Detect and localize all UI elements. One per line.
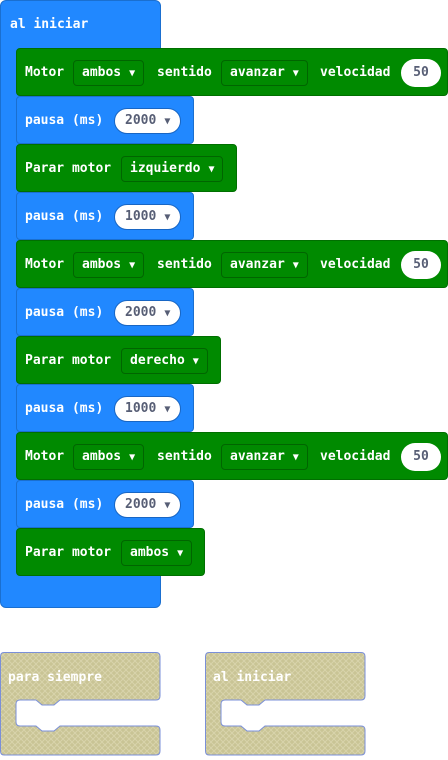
direction-select-value: avanzar [230,449,285,464]
ghost-on-start-label: al iniciar [213,670,292,685]
ghost-forever-shape [0,652,161,756]
caret-down-icon: ▼ [164,500,171,511]
speed-label: velocidad [320,257,391,272]
ghost-forever-block[interactable]: para siempre [0,652,161,756]
caret-down-icon: ▼ [129,68,136,79]
stop-motor-value: ambos [130,545,170,560]
motor-label: Motor [25,449,65,464]
direction-select[interactable]: avanzar ▼ [221,60,308,86]
pause-label: pausa (ms) [25,497,104,512]
motor-block[interactable]: Motor ambos ▼ sentido avanzar ▼ velocidad … [16,48,448,96]
stop-motor-select[interactable]: izquierdo ▼ [121,156,224,182]
motor-select[interactable]: ambos ▼ [73,60,145,86]
pause-block[interactable]: pausa (ms) 1000 ▼ [16,192,194,240]
motor-select[interactable]: ambos ▼ [73,252,145,278]
pause-input[interactable]: 2000 ▼ [114,300,182,326]
direction-select[interactable]: avanzar ▼ [221,444,308,470]
caret-down-icon: ▼ [292,68,299,79]
motor-block[interactable]: Motor ambos ▼ sentido avanzar ▼ velocidad … [16,240,448,288]
pause-value: 2000 [125,497,157,512]
pause-value: 2000 [125,305,157,320]
motor-select[interactable]: ambos ▼ [73,444,145,470]
stop-motor-block[interactable]: Parar motor ambos ▼ [16,528,205,576]
caret-down-icon: ▼ [129,452,136,463]
caret-down-icon: ▼ [177,548,184,559]
pause-input[interactable]: 2000 ▼ [114,108,182,134]
pause-block[interactable]: pausa (ms) 2000 ▼ [16,480,194,528]
pause-input[interactable]: 1000 ▼ [114,396,182,422]
direction-select-value: avanzar [230,257,285,272]
motor-label: Motor [25,65,65,80]
motor-select-value: ambos [82,449,122,464]
speed-label: velocidad [320,65,391,80]
stop-motor-block[interactable]: Parar motor izquierdo ▼ [16,144,237,192]
speed-input[interactable]: 50 [401,59,441,87]
stop-motor-block[interactable]: Parar motor derecho ▼ [16,336,221,384]
motor-select-value: ambos [82,65,122,80]
stop-motor-select[interactable]: derecho ▼ [121,348,208,374]
direction-label: sentido [157,257,212,272]
direction-select[interactable]: avanzar ▼ [221,252,308,278]
pause-value: 2000 [125,113,157,128]
stop-motor-value: derecho [130,353,185,368]
caret-down-icon: ▼ [192,356,199,367]
direction-select-value: avanzar [230,65,285,80]
caret-down-icon: ▼ [129,260,136,271]
pause-block[interactable]: pausa (ms) 2000 ▼ [16,288,194,336]
caret-down-icon: ▼ [164,212,171,223]
direction-label: sentido [157,65,212,80]
pause-label: pausa (ms) [25,305,104,320]
speed-input[interactable]: 50 [401,251,441,279]
speed-label: velocidad [320,449,391,464]
on-start-label: al iniciar [10,17,89,32]
caret-down-icon: ▼ [164,308,171,319]
pause-label: pausa (ms) [25,209,104,224]
caret-down-icon: ▼ [208,164,215,175]
pause-label: pausa (ms) [25,113,104,128]
pause-input[interactable]: 2000 ▼ [114,492,182,518]
stop-motor-label: Parar motor [25,161,112,176]
direction-label: sentido [157,449,212,464]
ghost-forever-label: para siempre [8,670,102,685]
pause-input[interactable]: 1000 ▼ [114,204,182,230]
pause-value: 1000 [125,209,157,224]
pause-block[interactable]: pausa (ms) 2000 ▼ [16,96,194,144]
pause-value: 1000 [125,401,157,416]
speed-input[interactable]: 50 [401,443,441,471]
motor-select-value: ambos [82,257,122,272]
ghost-on-start-block[interactable]: al iniciar [205,652,366,756]
stop-motor-label: Parar motor [25,353,112,368]
motor-label: Motor [25,257,65,272]
stop-motor-value: izquierdo [130,161,201,176]
caret-down-icon: ▼ [292,452,299,463]
ghost-on-start-shape [205,652,366,756]
caret-down-icon: ▼ [292,260,299,271]
pause-label: pausa (ms) [25,401,104,416]
motor-block[interactable]: Motor ambos ▼ sentido avanzar ▼ velocidad … [16,432,448,480]
caret-down-icon: ▼ [164,116,171,127]
stop-motor-label: Parar motor [25,545,112,560]
stop-motor-select[interactable]: ambos ▼ [121,540,193,566]
caret-down-icon: ▼ [164,404,171,415]
pause-block[interactable]: pausa (ms) 1000 ▼ [16,384,194,432]
